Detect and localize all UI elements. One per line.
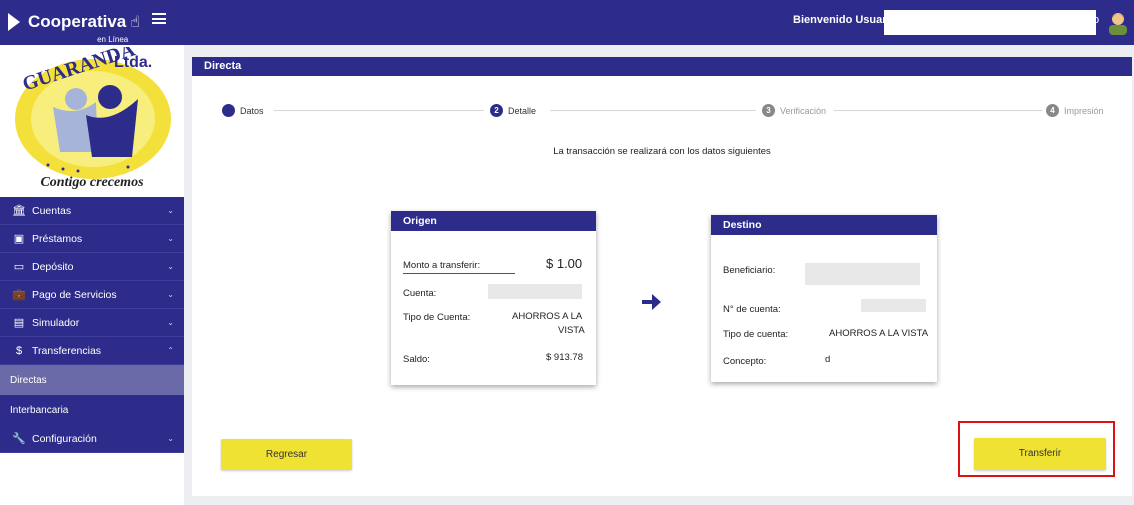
step-connector [550, 110, 756, 111]
play-icon [8, 13, 20, 31]
sidebar-nav: 🏛 Cuentas ⌄ ▣ Préstamos ⌄ ▭ Depósito ⌄ 💼… [0, 197, 184, 453]
sidebar-item-label: Simulador [32, 316, 80, 329]
brand-logo[interactable]: Cooperativa en Línea ☝ [8, 4, 140, 44]
username-suffix: o [1093, 14, 1100, 26]
info-message: La transacción se realizará con los dato… [553, 146, 771, 157]
chart-icon: ▤ [13, 317, 25, 329]
balance-value: $ 913.78 [546, 352, 583, 363]
account-type-value: AHORROS A LA [512, 311, 583, 322]
amount-value: $ 1.00 [546, 256, 583, 271]
origin-panel: Origen Monto a transferir: $ 1.00 Cuenta… [391, 211, 596, 385]
transfer-button-highlight [958, 421, 1115, 477]
arrow-right-icon [642, 294, 661, 310]
concept-value: d [825, 354, 831, 365]
destination-type-label: Tipo de cuenta: [723, 329, 789, 340]
sidebar: GUARANDA Ltda. Contigo crecemos 🏛 Cuenta… [0, 45, 184, 505]
step-connector [834, 110, 1042, 111]
step-detalle: 2 Detalle [490, 104, 536, 117]
step-done-dot [222, 104, 235, 117]
step-verificacion: 3 Verificación [762, 104, 826, 117]
sidebar-item-cuentas[interactable]: 🏛 Cuentas ⌄ [0, 197, 184, 225]
step-label: Datos [240, 105, 264, 116]
balance-label: Saldo: [403, 354, 430, 365]
back-button[interactable]: Regresar [221, 439, 352, 470]
amount-label: Monto a transferir: [403, 260, 481, 271]
hand-pointer-icon: ☝ [130, 14, 140, 31]
svg-text:Ltda.: Ltda. [114, 54, 152, 71]
step-datos: Datos [222, 104, 264, 117]
chevron-down-icon: ⌄ [167, 234, 174, 243]
step-label: Detalle [508, 105, 537, 116]
origin-title: Origen [391, 211, 596, 231]
destination-account-redacted [861, 299, 926, 312]
sidebar-item-transferencias[interactable]: $ Transferencias ⌃ [0, 337, 184, 365]
stepper: Datos 2 Detalle 3 Verificación 4 Impresi… [222, 104, 1106, 118]
sidebar-item-configuracion[interactable]: 🔧 Configuración ⌄ [0, 425, 184, 453]
cooperative-logo: GUARANDA Ltda. [15, 47, 171, 179]
sidebar-item-simulador[interactable]: ▤ Simulador ⌄ [0, 309, 184, 337]
step-number: 3 [762, 104, 775, 117]
sidebar-item-prestamos[interactable]: ▣ Préstamos ⌄ [0, 225, 184, 253]
user-avatar-icon[interactable] [1106, 9, 1130, 35]
step-number: 2 [490, 104, 503, 117]
transfer-icon: $ [15, 344, 23, 357]
loan-icon: ▣ [13, 233, 25, 245]
step-connector [274, 110, 484, 111]
brand-title: Cooperativa en Línea [28, 13, 128, 44]
sidebar-item-label: Cuentas [32, 204, 72, 217]
sidebar-item-label: Préstamos [32, 232, 83, 245]
chevron-down-icon: ⌄ [167, 206, 174, 215]
destination-type-value: AHORROS A LA VISTA [829, 328, 929, 339]
beneficiary-redacted [805, 263, 920, 285]
step-number: 4 [1046, 104, 1059, 117]
amount-underline [403, 273, 515, 274]
account-type-value-2: VISTA [558, 325, 585, 336]
account-redacted [488, 284, 582, 299]
sidebar-item-pago-servicios[interactable]: 💼 Pago de Servicios ⌄ [0, 281, 184, 309]
destination-account-label: N° de cuenta: [723, 304, 781, 315]
username-redacted [884, 10, 1096, 35]
beneficiary-label: Beneficiario: [723, 265, 776, 276]
sidebar-item-deposito[interactable]: ▭ Depósito ⌄ [0, 253, 184, 281]
account-type-label: Tipo de Cuenta: [403, 312, 471, 323]
step-impresion: 4 Impresión [1046, 104, 1104, 117]
step-label: Verificación [780, 105, 827, 116]
page-title: Directa [192, 57, 1132, 76]
sidebar-item-label: Configuración [32, 432, 97, 445]
concept-label: Concepto: [723, 356, 767, 367]
top-bar: Cooperativa en Línea ☝ Bienvenido Usuari… [0, 0, 1134, 45]
deposit-icon: ▭ [13, 261, 25, 273]
destination-panel: Destino Beneficiario: N° de cuenta: Tipo… [711, 215, 937, 382]
chevron-down-icon: ⌄ [167, 290, 174, 299]
sidebar-subitem-interbancaria[interactable]: Interbancaria [0, 395, 184, 425]
sidebar-subitem-directas[interactable]: Directas [0, 365, 184, 395]
step-label: Impresión [1064, 105, 1104, 116]
sidebar-item-label: Depósito [32, 260, 74, 273]
sidebar-item-label: Pago de Servicios [32, 288, 117, 301]
chevron-down-icon: ⌄ [167, 434, 174, 443]
wrench-icon: 🔧 [12, 433, 26, 445]
sidebar-item-label: Transferencias [32, 344, 102, 357]
hamburger-menu-icon[interactable] [152, 13, 166, 24]
briefcase-icon: 💼 [12, 289, 26, 301]
chevron-up-icon: ⌃ [167, 346, 174, 355]
logo-slogan: Contigo crecemos [40, 175, 144, 190]
chevron-down-icon: ⌄ [167, 262, 174, 271]
bank-icon: 🏛 [12, 205, 26, 217]
account-label: Cuenta: [403, 288, 437, 299]
destination-title: Destino [711, 215, 937, 235]
chevron-down-icon: ⌄ [167, 318, 174, 327]
